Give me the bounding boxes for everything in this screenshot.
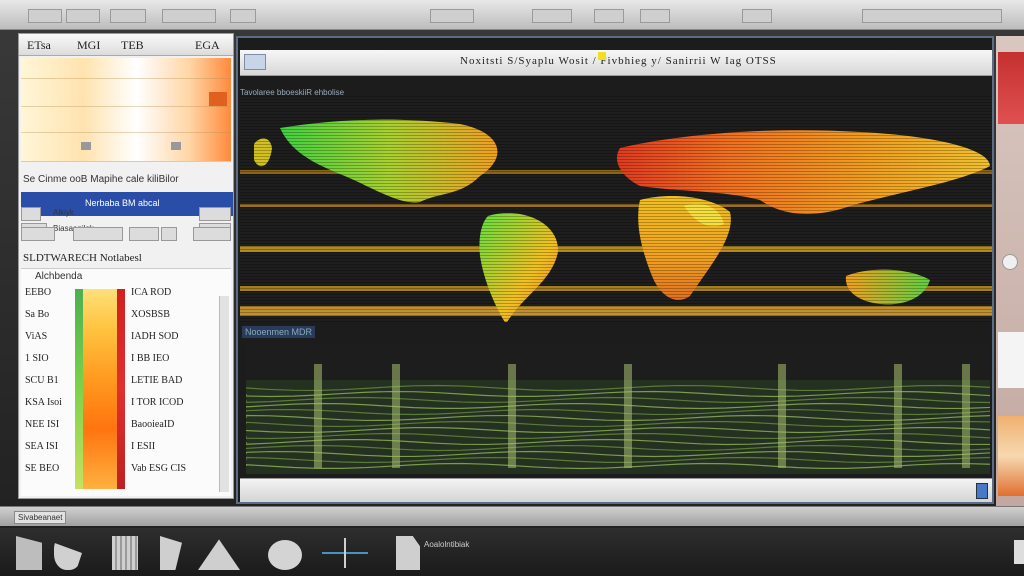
legend-left-label: EEBO bbox=[25, 287, 52, 298]
menu-item-10[interactable] bbox=[742, 9, 772, 23]
legend-right-label: ICA ROD bbox=[131, 287, 172, 298]
layer-toggle[interactable] bbox=[21, 207, 41, 221]
desktop-screen: ETsa MGI TEB EGA Se Cinme ooB Mapihe cal… bbox=[0, 0, 1024, 576]
flag-tool-icon[interactable] bbox=[160, 536, 182, 570]
timeline-event-marker[interactable] bbox=[314, 364, 322, 468]
timeline-chart[interactable] bbox=[245, 344, 991, 474]
layer-row[interactable]: Alkiyk bbox=[21, 206, 231, 224]
map-toolbar-text: Noxitsti S/Syaplu Wosit / Fivbhieg y/ Sa… bbox=[460, 55, 777, 67]
triangle-tool-icon[interactable] bbox=[198, 539, 240, 570]
legend-left-label: Sa Bo bbox=[25, 309, 50, 320]
select-tool-icon[interactable] bbox=[16, 536, 42, 570]
timeline-label: Nooenmen MDR bbox=[242, 326, 316, 338]
world-map-svg bbox=[240, 96, 992, 324]
status-strip: Sivabeanaet bbox=[0, 506, 1024, 526]
legend-right-label: I BB IEO bbox=[131, 353, 170, 364]
legend-header: Alchbenda bbox=[35, 271, 83, 282]
map-window: Noxitsti S/Syaplu Wosit / Fivbhieg y/ Sa… bbox=[236, 36, 994, 504]
tool-palette: Aoalolntibiak bbox=[0, 528, 1024, 576]
preview-marker-icon bbox=[81, 142, 91, 150]
map-statusbar bbox=[240, 478, 992, 502]
map-menu-button[interactable] bbox=[244, 54, 266, 70]
menu-item-7[interactable] bbox=[532, 9, 572, 23]
crosshair-tool-icon[interactable] bbox=[322, 536, 368, 570]
layers-panel: ETsa MGI TEB EGA Se Cinme ooB Mapihe cal… bbox=[18, 33, 234, 499]
heat-preview bbox=[21, 58, 231, 162]
legend-left-label: SCU B1 bbox=[25, 375, 59, 386]
menu-item-8[interactable] bbox=[594, 9, 624, 23]
timeline-event-marker[interactable] bbox=[624, 364, 632, 468]
layer-field[interactable] bbox=[129, 227, 159, 241]
legend-right-label: I TOR ICOD bbox=[131, 397, 184, 408]
menu-item-1[interactable] bbox=[28, 9, 62, 23]
menu-item-4[interactable] bbox=[162, 9, 216, 23]
tab-1[interactable]: ETsa bbox=[27, 38, 51, 53]
panel-tabs: ETsa MGI TEB EGA bbox=[19, 34, 233, 56]
corner-handle-icon[interactable] bbox=[1014, 540, 1024, 564]
legend-right-label: Vab ESG CIS bbox=[131, 463, 187, 474]
legend-right-label: BaooieaID bbox=[131, 419, 175, 430]
timeline-event-marker[interactable] bbox=[392, 364, 400, 468]
warm-swatch bbox=[998, 416, 1024, 496]
legend-title: SLDTWARECH Notlabesl bbox=[23, 252, 142, 264]
legend-left-label: NEE ISI bbox=[25, 419, 60, 430]
layer-name: Alkiyk bbox=[53, 208, 74, 217]
white-swatch bbox=[998, 332, 1024, 388]
layer-option[interactable] bbox=[199, 207, 231, 221]
layer-field[interactable] bbox=[161, 227, 177, 241]
map-toolbar: Noxitsti S/Syaplu Wosit / Fivbhieg y/ Sa… bbox=[240, 50, 992, 76]
legend-right-label: IADH SOD bbox=[131, 331, 179, 342]
menubar bbox=[0, 0, 1024, 30]
layer-caption: Se Cinme ooB Mapihe cale kiliBilor bbox=[23, 174, 179, 185]
timeline-event-marker[interactable] bbox=[778, 364, 786, 468]
menu-item-3[interactable] bbox=[110, 9, 146, 23]
red-swatch bbox=[998, 52, 1024, 124]
layer-field[interactable] bbox=[73, 227, 123, 241]
page-tool-icon[interactable] bbox=[396, 536, 420, 570]
menu-item-2[interactable] bbox=[66, 9, 100, 23]
timeline-event-marker[interactable] bbox=[962, 364, 970, 468]
world-heat-map[interactable] bbox=[240, 96, 992, 324]
layer-option[interactable] bbox=[193, 227, 231, 241]
legend-right-label: I ESII bbox=[131, 441, 156, 452]
layer-toggle[interactable] bbox=[21, 227, 55, 241]
status-indicator-icon bbox=[976, 483, 988, 499]
timeline-event-marker[interactable] bbox=[894, 364, 902, 468]
legend-left-label: SE BEO bbox=[25, 463, 60, 474]
legend-scrollbar[interactable] bbox=[219, 296, 229, 492]
layer-row[interactable] bbox=[21, 226, 231, 244]
status-label: Sivabeanaet bbox=[14, 511, 67, 524]
timeline-svg bbox=[245, 344, 991, 474]
legend-left-label: KSA Isoi bbox=[25, 397, 62, 408]
right-side-panel bbox=[996, 36, 1024, 506]
menu-item-6[interactable] bbox=[430, 9, 474, 23]
legend-panel: Alchbenda EEBO Sa Bo ViAS 1 SIO SCU B1 KSA Is… bbox=[21, 268, 231, 496]
circle-tool-icon[interactable] bbox=[268, 540, 302, 570]
tab-4[interactable]: EGA bbox=[195, 38, 220, 53]
slider-knob[interactable] bbox=[1002, 254, 1018, 270]
scanline-overlay bbox=[240, 96, 992, 322]
menu-item-9[interactable] bbox=[640, 9, 670, 23]
menu-item-11[interactable] bbox=[862, 9, 1002, 23]
tool-label: Aoalolntibiak bbox=[424, 540, 470, 549]
legend-right-label: XOSBSB bbox=[131, 309, 170, 320]
highlight-icon bbox=[598, 52, 606, 60]
legend-left-label: ViAS bbox=[25, 331, 48, 342]
color-scale-bar bbox=[75, 289, 125, 489]
tab-3[interactable]: TEB bbox=[121, 38, 144, 53]
menu-item-5[interactable] bbox=[230, 9, 256, 23]
tab-2[interactable]: MGI bbox=[77, 38, 100, 53]
legend-left-label: SEA ISI bbox=[25, 441, 59, 452]
grid-tool-icon[interactable] bbox=[112, 536, 138, 570]
timeline-event-marker[interactable] bbox=[508, 364, 516, 468]
legend-left-label: 1 SIO bbox=[25, 353, 49, 364]
preview-marker-icon bbox=[171, 142, 181, 150]
lasso-tool-icon[interactable] bbox=[54, 542, 82, 570]
legend-right-label: LETIE BAD bbox=[131, 375, 183, 386]
preview-hot-swatch bbox=[209, 92, 227, 106]
